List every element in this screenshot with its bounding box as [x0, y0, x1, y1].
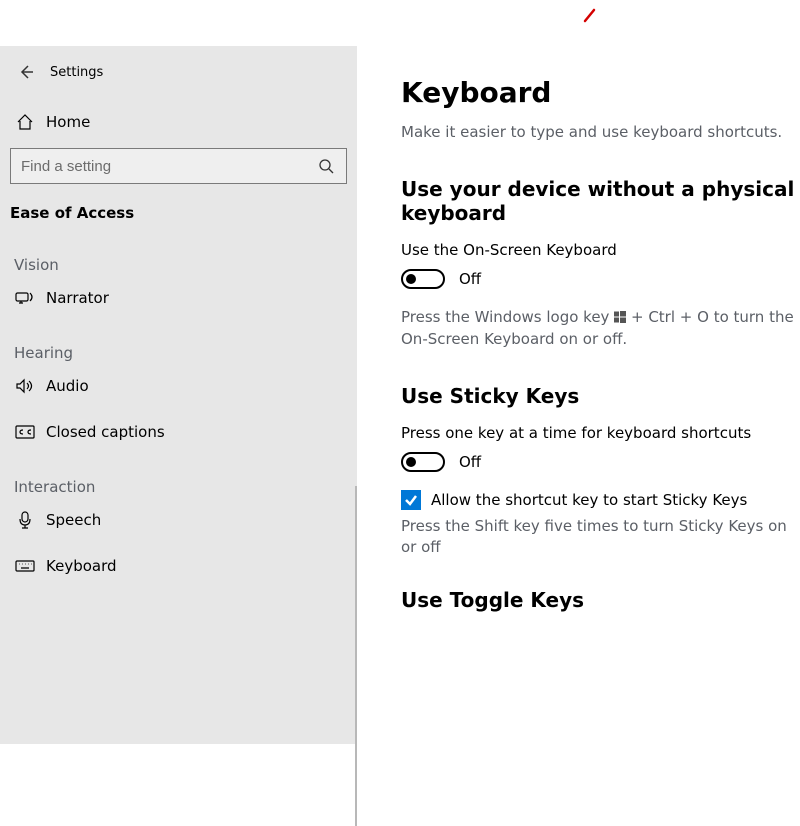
settings-app: Settings Home Ease of Access Vision	[0, 0, 800, 744]
sticky-shortcut-checkbox[interactable]	[401, 490, 421, 510]
back-button[interactable]	[8, 64, 44, 80]
toggle-knob	[406, 457, 416, 467]
home-icon	[14, 113, 36, 131]
windows-logo-icon	[614, 308, 626, 329]
osk-hint: Press the Windows logo key + Ctrl + O to…	[401, 307, 800, 350]
search-input[interactable]	[11, 158, 306, 175]
sticky-hint: Press the Shift key five times to turn S…	[401, 516, 800, 558]
sidebar-item-label: Speech	[46, 511, 101, 529]
sidebar-item-label: Audio	[46, 377, 89, 395]
sidebar-item-closed-captions[interactable]: Closed captions	[0, 414, 357, 450]
checkmark-icon	[404, 493, 418, 507]
sticky-toggle-row: Off	[401, 452, 800, 472]
osk-label: Use the On-Screen Keyboard	[401, 241, 800, 259]
sticky-toggle[interactable]	[401, 452, 445, 472]
page-title: Keyboard	[401, 76, 800, 109]
sidebar-item-label: Narrator	[46, 289, 109, 307]
page-subtitle: Make it easier to type and use keyboard …	[401, 123, 800, 141]
main-content: Keyboard Make it easier to type and use …	[357, 46, 800, 744]
section-title-toggle-keys: Use Toggle Keys	[401, 588, 800, 612]
sticky-shortcut-row: Allow the shortcut key to start Sticky K…	[401, 490, 800, 510]
sidebar-item-label: Closed captions	[46, 423, 165, 441]
speech-icon	[14, 511, 36, 529]
sidebar-item-narrator[interactable]: Narrator	[0, 280, 357, 316]
closed-captions-icon	[14, 425, 36, 439]
audio-icon	[14, 378, 36, 394]
toggle-knob	[406, 274, 416, 284]
sidebar-item-audio[interactable]: Audio	[0, 368, 357, 404]
sidebar-group-hearing: Hearing	[0, 318, 357, 368]
sidebar-group-interaction: Interaction	[0, 452, 357, 502]
osk-toggle-row: Off	[401, 269, 800, 289]
scroll-indicator	[355, 486, 357, 826]
sidebar-group-vision: Vision	[0, 230, 357, 280]
sticky-label: Press one key at a time for keyboard sho…	[401, 424, 800, 442]
osk-hint-pre: Press the Windows logo key	[401, 308, 614, 326]
osk-toggle[interactable]	[401, 269, 445, 289]
keyboard-icon	[14, 560, 36, 572]
narrator-icon	[14, 290, 36, 306]
sidebar-title: Settings	[50, 65, 103, 80]
sticky-shortcut-label: Allow the shortcut key to start Sticky K…	[431, 491, 747, 509]
sticky-toggle-state: Off	[459, 453, 481, 471]
sidebar-header: Settings	[0, 62, 357, 100]
sidebar-item-keyboard[interactable]: Keyboard	[0, 548, 357, 584]
sidebar: Settings Home Ease of Access Vision	[0, 46, 357, 744]
section-title-sticky: Use Sticky Keys	[401, 384, 800, 408]
sidebar-home-label: Home	[46, 113, 90, 131]
search-box[interactable]	[10, 148, 347, 184]
search-icon	[306, 158, 346, 174]
sidebar-item-speech[interactable]: Speech	[0, 502, 357, 538]
back-arrow-icon	[18, 64, 34, 80]
sidebar-item-label: Keyboard	[46, 557, 117, 575]
osk-toggle-state: Off	[459, 270, 481, 288]
section-title-osk: Use your device without a physical keybo…	[401, 177, 800, 225]
sidebar-category-label: Ease of Access	[0, 198, 357, 230]
sidebar-item-home[interactable]: Home	[0, 104, 357, 140]
